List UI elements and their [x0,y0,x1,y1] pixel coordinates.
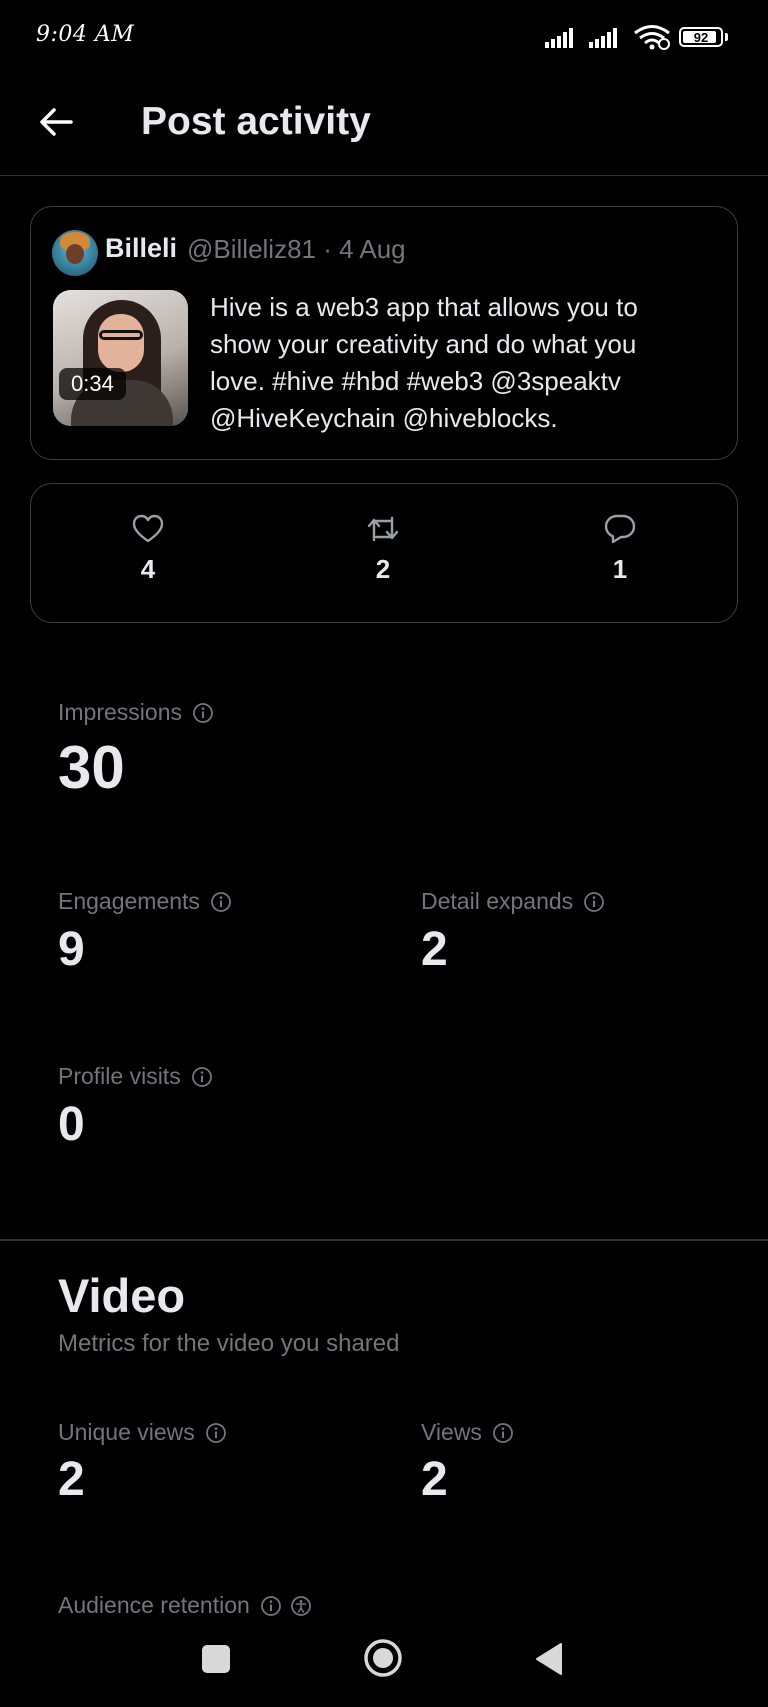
avatar-face [66,244,84,264]
section-divider [0,1239,768,1241]
info-icon[interactable] [583,891,605,913]
replies-count: 1 [612,554,628,584]
replies-stat[interactable]: 1 [570,514,670,585]
signal-icon-2 [589,28,617,48]
accessibility-icon[interactable] [290,1595,312,1617]
info-icon[interactable] [210,891,232,913]
unique-views-value: 2 [58,1453,85,1506]
avatar[interactable] [52,230,98,276]
impressions-value: 30 [58,734,125,801]
detail-expands-value: 2 [421,923,448,976]
info-icon[interactable] [191,1066,213,1088]
back-button[interactable] [30,96,82,148]
info-icon[interactable] [192,702,214,724]
thumbnail-face [98,314,144,372]
heart-icon [132,514,164,543]
status-icons: 92 [545,24,728,50]
video-section-title: Video [58,1269,186,1322]
header-divider [0,175,768,176]
detail-expands-label: Detail expands [421,888,574,914]
video-section-subtitle: Metrics for the video you shared [58,1330,400,1357]
post-text: Hive is a web3 app that allows you to sh… [210,292,638,433]
battery-cap [725,33,728,41]
back-nav-button[interactable] [535,1642,563,1676]
profile-visits-value: 0 [58,1098,85,1151]
video-thumbnail[interactable]: 0:34 [53,290,188,426]
home-button[interactable] [363,1638,403,1678]
wifi-icon [634,25,670,50]
info-icon[interactable] [260,1595,282,1617]
info-icon[interactable] [205,1422,227,1444]
engagements-value: 9 [58,923,85,976]
profile-visits-label-row: Profile visits [58,1063,213,1090]
battery-level: 92 [693,29,709,45]
reposts-count: 2 [375,554,391,584]
post-display-name[interactable]: Billeli [105,233,177,264]
info-icon[interactable] [492,1422,514,1444]
impressions-label-row: Impressions [58,699,214,726]
engagements-label: Engagements [58,888,200,914]
likes-stat[interactable]: 4 [98,514,198,585]
battery-icon: 92 [679,27,723,47]
views-label: Views [421,1419,482,1445]
status-time: 9:04 AM [36,22,135,47]
views-label-row: Views [421,1419,514,1446]
repost-icon [367,516,399,542]
audience-retention-label: Audience retention [58,1592,250,1618]
video-duration: 0:34 [59,368,126,400]
engagements-label-row: Engagements [58,888,232,915]
page-title: Post activity [141,100,371,143]
unique-views-label-row: Unique views [58,1419,227,1446]
profile-visits-label: Profile visits [58,1063,181,1089]
reposts-stat[interactable]: 2 [333,514,433,585]
recent-apps-button[interactable] [202,1645,230,1673]
views-value: 2 [421,1453,448,1506]
reply-icon [604,514,636,544]
audience-retention-label-row: Audience retention [58,1592,312,1619]
arrow-left-icon [40,108,73,136]
impressions-label: Impressions [58,699,182,725]
unique-views-label: Unique views [58,1419,195,1445]
signal-icon [545,28,573,48]
detail-expands-label-row: Detail expands [421,888,605,915]
post-handle-date: @Billeliz81 · 4 Aug [187,234,406,264]
likes-count: 4 [140,554,156,584]
thumbnail-glasses [99,330,143,340]
